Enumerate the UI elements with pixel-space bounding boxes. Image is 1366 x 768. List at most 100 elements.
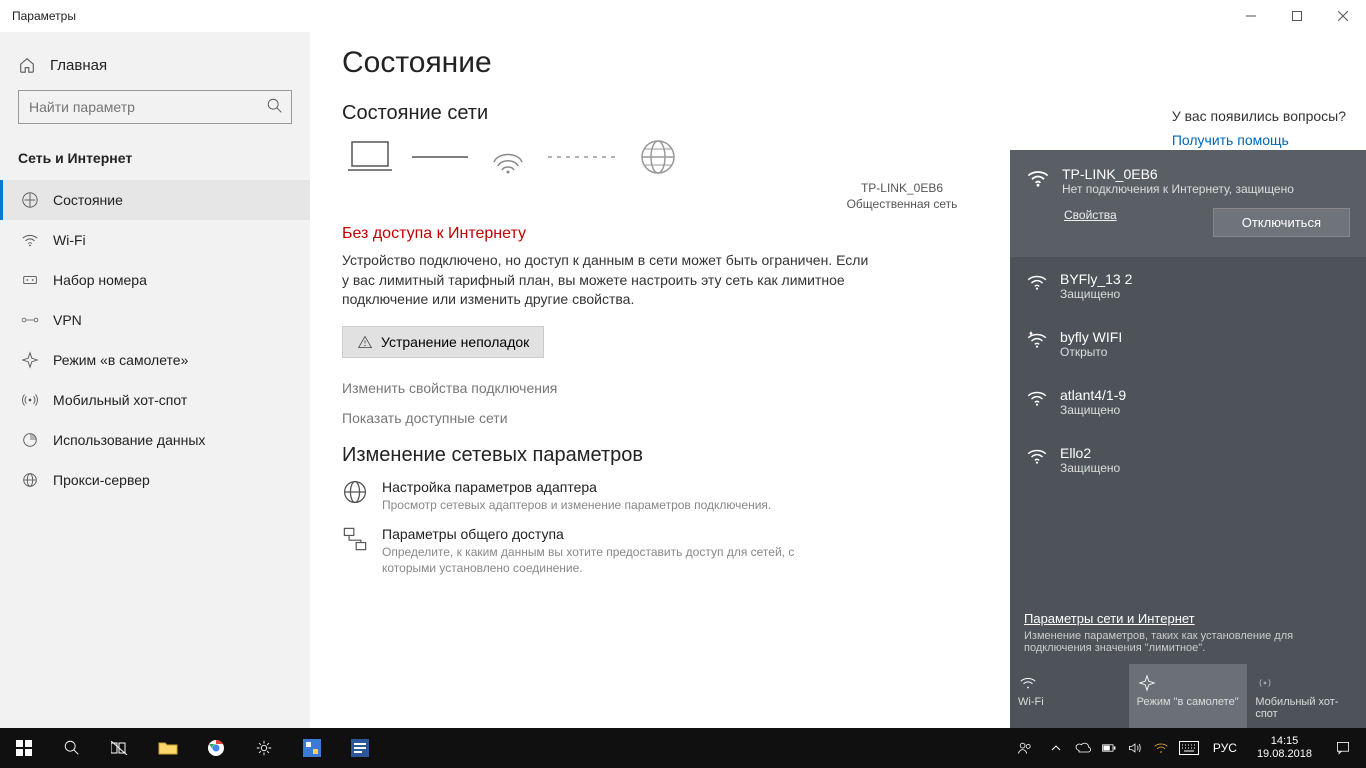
people-icon: [1017, 740, 1033, 756]
start-button[interactable]: [0, 728, 48, 768]
taskbar: РУС 14:1519.08.2018: [0, 728, 1366, 768]
wifi-current-network[interactable]: TP-LINK_0EB6 Нет подключения к Интернету…: [1010, 150, 1366, 257]
taskbar-app-generic1[interactable]: [288, 728, 336, 768]
tray-action-center[interactable]: [1326, 728, 1360, 768]
sharing-settings-title: Параметры общего доступа: [382, 526, 842, 542]
wifi-network-item[interactable]: atlant4/1-9Защищено: [1010, 373, 1366, 431]
airplane-icon: [1137, 674, 1157, 692]
sidebar: Главная Сеть и Интернет Состояние Wi-Fi …: [0, 32, 310, 728]
taskbar-app-explorer[interactable]: [144, 728, 192, 768]
wifi-router-icon: [488, 140, 528, 174]
taskbar-app-settings[interactable]: [240, 728, 288, 768]
search-input[interactable]: [18, 90, 292, 124]
close-button[interactable]: [1320, 0, 1366, 32]
chevron-up-icon: [1051, 743, 1061, 753]
tray-volume-icon[interactable]: [1127, 740, 1143, 756]
wifi-properties-link[interactable]: Свойства: [1064, 208, 1117, 222]
app-icon: [303, 739, 321, 757]
nav-hotspot[interactable]: Мобильный хот-спот: [0, 380, 310, 420]
home-icon: [18, 56, 36, 74]
globe-icon: [638, 137, 678, 177]
wifi-item-name: BYFly_13 2: [1060, 271, 1132, 287]
troubleshoot-button[interactable]: Устранение неполадок: [342, 326, 544, 358]
chrome-icon: [207, 739, 225, 757]
adapter-icon: [342, 479, 368, 505]
nav-item-label: Набор номера: [53, 272, 147, 288]
status-warning-body: Устройство подключено, но доступ к данны…: [342, 251, 872, 310]
nav-home-label: Главная: [50, 57, 107, 74]
nav-datausage[interactable]: Использование данных: [0, 420, 310, 460]
wifi-network-list: BYFly_13 2Защищено byfly WIFIОткрыто atl…: [1010, 257, 1366, 605]
nav-dialup[interactable]: Набор номера: [0, 260, 310, 300]
nav-item-label: Состояние: [53, 192, 123, 208]
proxy-icon: [21, 471, 39, 489]
hotspot-icon: [21, 391, 39, 409]
tray-language[interactable]: РУС: [1207, 741, 1243, 755]
help-pane: У вас появились вопросы? Получить помощь: [1172, 108, 1346, 148]
tray-chevron-up[interactable]: [1045, 728, 1067, 768]
tray-wifi-icon[interactable]: [1153, 740, 1169, 756]
search-icon: [63, 739, 81, 757]
task-view-button[interactable]: [96, 728, 144, 768]
wifi-settings-link[interactable]: Параметры сети и Интернет: [1024, 611, 1195, 626]
sidebar-category: Сеть и Интернет: [0, 144, 310, 180]
toggle-airplane-label: Режим "в самолете": [1137, 696, 1239, 708]
folder-icon: [158, 740, 178, 756]
taskbar-app-generic2[interactable]: [336, 728, 384, 768]
wifi-item-name: byfly WIFI: [1060, 329, 1122, 345]
wifi-signal-icon: [1026, 166, 1050, 190]
nav-proxy[interactable]: Прокси-сервер: [0, 460, 310, 500]
dialup-icon: [21, 271, 39, 289]
toggle-wifi[interactable]: Wi-Fi: [1010, 664, 1129, 728]
nav-item-label: Использование данных: [53, 432, 205, 448]
toggle-airplane[interactable]: Режим "в самолете": [1129, 664, 1248, 728]
toggle-hotspot-label: Мобильный хот-спот: [1255, 696, 1338, 720]
gear-icon: [255, 739, 273, 757]
toggle-hotspot[interactable]: Мобильный хот-спот: [1247, 664, 1366, 728]
window-title: Параметры: [12, 9, 76, 23]
help-link[interactable]: Получить помощь: [1172, 132, 1346, 148]
vpn-icon: [21, 311, 39, 329]
wifi-item-status: Открыто: [1060, 345, 1122, 359]
hotspot-icon: [1255, 674, 1275, 692]
minimize-button[interactable]: [1228, 0, 1274, 32]
search-icon: [266, 97, 284, 115]
nav-vpn[interactable]: VPN: [0, 300, 310, 340]
wifi-network-item[interactable]: BYFly_13 2Защищено: [1010, 257, 1366, 315]
wifi-signal-open-icon: [1026, 329, 1048, 351]
tray-time: 14:15: [1257, 735, 1312, 748]
adapter-settings-title: Настройка параметров адаптера: [382, 479, 771, 495]
nav-airplane[interactable]: Режим «в самолете»: [0, 340, 310, 380]
taskbar-app-chrome[interactable]: [192, 728, 240, 768]
wifi-current-name: TP-LINK_0EB6: [1062, 166, 1294, 182]
wifi-item-status: Защищено: [1060, 461, 1120, 475]
nav-item-label: Прокси-сервер: [53, 472, 150, 488]
toggle-wifi-label: Wi-Fi: [1018, 696, 1044, 708]
page-title: Состояние: [342, 46, 1334, 80]
wifi-item-status: Защищено: [1060, 403, 1126, 417]
connection-solid: [412, 154, 468, 160]
troubleshoot-label: Устранение неполадок: [381, 334, 529, 350]
tray-onedrive-icon[interactable]: [1075, 740, 1091, 756]
tray-battery-icon[interactable]: [1101, 740, 1117, 756]
wifi-icon: [1018, 674, 1038, 692]
maximize-button[interactable]: [1274, 0, 1320, 32]
wifi-network-item[interactable]: byfly WIFIОткрыто: [1010, 315, 1366, 373]
nav-status[interactable]: Состояние: [0, 180, 310, 220]
computer-icon: [348, 140, 392, 174]
sharing-settings-desc: Определите, к каким данным вы хотите пре…: [382, 544, 842, 578]
nav-wifi[interactable]: Wi-Fi: [0, 220, 310, 260]
tray-clock[interactable]: 14:1519.08.2018: [1249, 735, 1320, 761]
sharing-icon: [342, 526, 368, 552]
wifi-icon: [21, 231, 39, 249]
tray-people[interactable]: [1011, 728, 1039, 768]
nav-home[interactable]: Главная: [0, 50, 310, 90]
search-button[interactable]: [48, 728, 96, 768]
tray-keyboard-icon[interactable]: [1179, 741, 1199, 755]
nav-item-label: Мобильный хот-спот: [53, 392, 187, 408]
wifi-disconnect-button[interactable]: Отключиться: [1213, 208, 1350, 237]
wifi-item-name: Ello2: [1060, 445, 1120, 461]
data-usage-icon: [21, 431, 39, 449]
windows-icon: [16, 740, 32, 756]
wifi-network-item[interactable]: Ello2Защищено: [1010, 431, 1366, 489]
